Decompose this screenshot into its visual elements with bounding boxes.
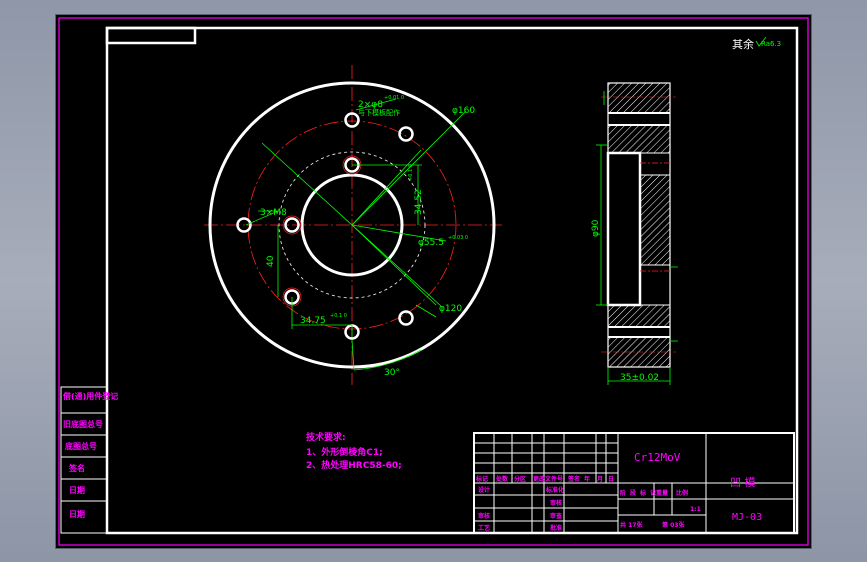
dim-angle-30: 30° [384, 368, 400, 378]
rev-3: 更改文件号 [533, 475, 563, 483]
rev-6: 月 [596, 475, 603, 483]
outer-border [58, 17, 809, 546]
dim-d160: φ160 [452, 106, 475, 116]
title-block: Cr12MoV 凹 模 MJ-03 标记 处数 分区 更改文件号 签名 年 月 … [473, 432, 795, 534]
sheet-number: 第 03张 [661, 521, 685, 529]
corner-box [105, 26, 197, 45]
scale-head-2: 标 [639, 489, 646, 497]
side-section-view: φ90 35±0.02 [591, 82, 678, 385]
dim-d55-5: φ55.5 [418, 238, 444, 248]
cad-drawing-canvas[interactable]: 其余 Ra6.3 2×φ8 +0.01 0 与下模板配作 φ160 34.52 … [56, 15, 811, 548]
left-col-3: 签名 [68, 463, 85, 473]
dim-34-75: 34.75 [300, 316, 326, 326]
dim-40: 40 [266, 255, 276, 267]
left-col-1: 旧底图总号 [63, 419, 103, 429]
tech-req-title: 技术要求: [306, 431, 346, 443]
left-col-2: 底图总号 [64, 441, 97, 451]
left-col-4: 日期 [69, 485, 85, 495]
rev-0: 标记 [475, 475, 488, 483]
dim-holes-tol: +0.01 0 [384, 95, 404, 101]
role-design: 设计 [478, 486, 490, 494]
dim-34-52: 34.52 [414, 189, 424, 215]
total-sheets: 共 17张 [620, 521, 643, 529]
scale-head-weight: 重量 [656, 489, 668, 497]
dim-34-75-tol: +0.1 0 [330, 313, 347, 319]
scale-head-1: 段 [630, 489, 636, 497]
label-standard: 标准化 [545, 486, 564, 494]
material: Cr12MoV [634, 451, 681, 464]
dim-holes-note: 与下模板配作 [358, 108, 400, 117]
part-name: 凹 模 [730, 476, 756, 489]
drawing-number: MJ-03 [732, 512, 762, 523]
left-col-0: 借(通)用件登记 [62, 391, 118, 401]
scale-head-scale: 比例 [676, 489, 688, 497]
rev-7: 日 [608, 476, 614, 483]
dim-thickness: 35±0.02 [620, 373, 659, 383]
drawing-sheet[interactable]: 其余 Ra6.3 2×φ8 +0.01 0 与下模板配作 φ160 34.52 … [55, 14, 812, 549]
dim-d120: φ120 [439, 304, 462, 314]
role-check: 审核 [478, 512, 490, 520]
surface-finish-prefix: 其余 [732, 37, 754, 51]
dim-screw-holes: 3×M8 [260, 208, 287, 218]
left-col-5: 日期 [69, 509, 85, 519]
front-view: 2×φ8 +0.01 0 与下模板配作 φ160 34.52 +0.1 0 3×… [204, 65, 502, 385]
rev-2: 分区 [514, 475, 526, 483]
surface-finish-value: Ra6.3 [761, 40, 781, 48]
label-approve: 批准 [550, 524, 562, 532]
label-review: 审查 [550, 512, 562, 520]
dim-d55-5-tol: +0.03 0 [448, 235, 468, 241]
scale-value: 1:1 [690, 506, 701, 513]
label-audit: 审核 [550, 499, 562, 507]
left-binding-column: 借(通)用件登记 旧底图总号 底图总号 签名 日期 日期 [60, 386, 118, 534]
scale-head-0: 阶 [620, 489, 626, 497]
rev-4: 签名 [567, 475, 580, 483]
rev-1: 处数 [495, 475, 509, 483]
rev-5: 年 [584, 475, 590, 483]
tech-req-item-1: 1、外形倒棱角C1; [306, 446, 383, 458]
role-process: 工艺 [478, 524, 490, 532]
dim-d90: φ90 [591, 219, 601, 237]
dim-34-52-tol: +0.1 0 [408, 164, 414, 181]
tech-req-item-2: 2、热处理HRC58-60; [306, 459, 402, 471]
inner-border [105, 26, 799, 535]
